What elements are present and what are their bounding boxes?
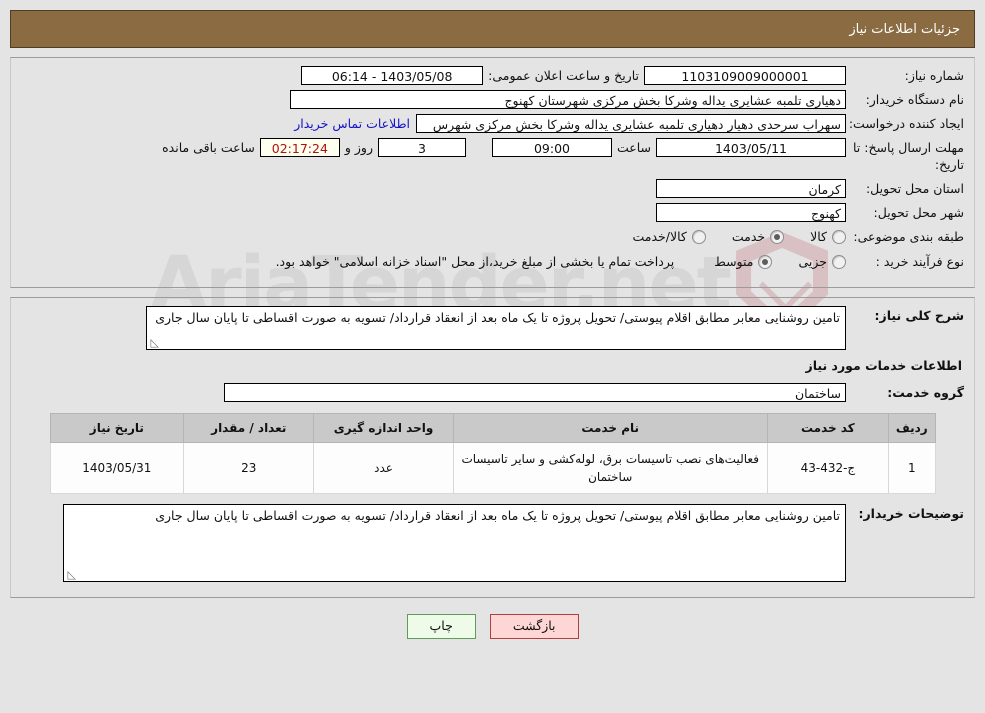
buyer-notes-value: تامین روشنایی معابر مطابق اقلام پیوستی/ … bbox=[155, 507, 840, 523]
row-buyer-notes: توضیحات خریدار: تامین روشنایی معابر مطاب… bbox=[21, 503, 964, 582]
buyer-notes-label: توضیحات خریدار: bbox=[858, 505, 964, 521]
need-info-panel: شماره نیاز: 1103109009000001 تاریخ و ساع… bbox=[10, 57, 975, 288]
countdown-timer: 02:17:24 bbox=[259, 138, 340, 157]
creator-value[interactable]: سهراب سرحدی دهیار دهیاری تلمبه عشایری ید… bbox=[416, 114, 846, 133]
need-summary-label: شرح کلی نیاز: bbox=[874, 307, 964, 323]
category-radio-group: کالا خدمت کالا/خدمت bbox=[606, 227, 846, 247]
need-summary-value: تامین روشنایی معابر مطابق اقلام پیوستی/ … bbox=[155, 309, 840, 325]
th-service-name: نام خدمت bbox=[452, 412, 768, 443]
deadline-label: مهلت ارسال پاسخ: تا تاریخ: bbox=[853, 140, 964, 172]
row-deadline: مهلت ارسال پاسخ: تا تاریخ: 1403/05/11 سا… bbox=[21, 138, 964, 174]
category-option-kala[interactable]: کالا bbox=[810, 229, 846, 244]
th-radif: ردیف bbox=[888, 412, 936, 443]
cell-service-name: فعالیت‌های نصب تاسیسات برق، لوله‌کشی و س… bbox=[452, 441, 768, 494]
process-label: نوع فرآیند خرید : bbox=[875, 253, 964, 269]
row-city: شهر محل تحویل: کهنوج bbox=[21, 202, 964, 222]
days-and-label: روز و bbox=[344, 140, 373, 155]
creator-label: ایجاد کننده درخواست: bbox=[848, 116, 964, 131]
row-service-group: گروه خدمت: ساختمان bbox=[21, 382, 964, 402]
cell-radif: 1 bbox=[888, 441, 936, 494]
public-announce-value[interactable]: 1403/05/08 - 06:14 bbox=[301, 66, 484, 85]
public-announce-label: تاریخ و ساعت اعلان عمومی: bbox=[488, 68, 639, 83]
days-remaining-value: 3 bbox=[377, 138, 466, 157]
category-option-label: کالا/خدمت bbox=[632, 229, 687, 245]
services-section-heading: اطلاعات خدمات مورد نیاز bbox=[805, 357, 963, 373]
buyer-notes-textarea[interactable]: تامین روشنایی معابر مطابق اقلام پیوستی/ … bbox=[63, 503, 846, 582]
th-quantity: تعداد / مقدار bbox=[183, 412, 315, 443]
page-header: جزئیات اطلاعات نیاز bbox=[10, 10, 975, 48]
services-panel: شرح کلی نیاز: تامین روشنایی معابر مطابق … bbox=[10, 296, 975, 598]
radio-icon[interactable] bbox=[770, 229, 785, 244]
radio-icon[interactable] bbox=[832, 229, 846, 244]
process-radio-group: جزیی متوسط پرداخت تمام یا بخشی از مبلغ خ… bbox=[276, 252, 846, 272]
row-buyer-org: نام دستگاه خریدار: دهیاری تلمبه عشایری ی… bbox=[21, 90, 964, 109]
need-summary-textarea[interactable]: تامین روشنایی معابر مطابق اقلام پیوستی/ … bbox=[146, 305, 846, 350]
buyer-contact-link[interactable]: اطلاعات تماس خریدار bbox=[288, 114, 416, 133]
remaining-label: ساعت باقی مانده bbox=[162, 140, 255, 155]
th-service-code: کد خدمت bbox=[766, 412, 890, 443]
back-button[interactable]: بازگشت bbox=[489, 613, 579, 639]
process-option-motavaset[interactable]: متوسط bbox=[714, 254, 773, 270]
category-option-kala-khedmat[interactable]: کالا/خدمت bbox=[632, 229, 706, 245]
row-need-number: شماره نیاز: 1103109009000001 تاریخ و ساع… bbox=[21, 66, 964, 85]
page-title: جزئیات اطلاعات نیاز bbox=[849, 21, 960, 37]
row-category: طبقه بندی موضوعی: کالا خدمت کالا/خدمت bbox=[21, 227, 964, 247]
table-header-row: ردیف کد خدمت نام خدمت واحد اندازه گیری ت… bbox=[49, 412, 936, 443]
resize-grip-icon[interactable]: ◺ bbox=[66, 569, 76, 580]
row-creator: ایجاد کننده درخواست: سهراب سرحدی دهیار د… bbox=[21, 114, 964, 133]
deadline-hour-label: ساعت bbox=[616, 140, 651, 155]
need-number-label: شماره نیاز: bbox=[904, 68, 964, 83]
cell-service-code: ج-432-43 bbox=[766, 441, 890, 494]
service-group-value[interactable]: ساختمان bbox=[224, 382, 846, 402]
process-option-label: جزیی bbox=[798, 254, 827, 270]
service-group-label: گروه خدمت: bbox=[887, 384, 964, 400]
category-option-label: خدمت bbox=[731, 229, 766, 245]
services-table: ردیف کد خدمت نام خدمت واحد اندازه گیری ت… bbox=[49, 412, 936, 494]
radio-icon[interactable] bbox=[758, 254, 773, 269]
cell-quantity: 23 bbox=[183, 441, 315, 494]
th-unit: واحد اندازه گیری bbox=[313, 412, 454, 443]
table-row: 1 ج-432-43 فعالیت‌های نصب تاسیسات برق، ل… bbox=[49, 441, 936, 494]
action-button-bar: بازگشت چاپ bbox=[0, 613, 985, 639]
buyer-org-label: نام دستگاه خریدار: bbox=[865, 92, 964, 107]
treasury-note: پرداخت تمام یا بخشی از مبلغ خرید،از محل … bbox=[275, 254, 675, 270]
process-option-jozi[interactable]: جزیی bbox=[798, 254, 846, 269]
row-need-summary: شرح کلی نیاز: تامین روشنایی معابر مطابق … bbox=[21, 305, 964, 350]
category-option-khedmat[interactable]: خدمت bbox=[731, 229, 785, 245]
category-label: طبقه بندی موضوعی: bbox=[853, 228, 964, 244]
radio-icon[interactable] bbox=[832, 254, 846, 269]
process-option-label: متوسط bbox=[714, 254, 754, 270]
print-button[interactable]: چاپ bbox=[406, 613, 476, 639]
cell-need-date: 1403/05/31 bbox=[49, 441, 185, 494]
radio-icon[interactable] bbox=[691, 229, 706, 244]
city-value[interactable]: کهنوج bbox=[656, 202, 846, 222]
category-option-label: کالا bbox=[810, 229, 827, 245]
deadline-date-value[interactable]: 1403/05/11 bbox=[656, 138, 846, 157]
deadline-time-value[interactable]: 09:00 bbox=[491, 138, 612, 157]
need-number-value[interactable]: 1103109009000001 bbox=[644, 66, 846, 85]
province-value[interactable]: کرمان bbox=[656, 178, 846, 198]
th-need-date: تاریخ نیاز bbox=[49, 412, 185, 443]
row-province: استان محل تحویل: کرمان bbox=[21, 178, 964, 198]
province-label: استان محل تحویل: bbox=[865, 180, 964, 196]
cell-unit: عدد bbox=[313, 441, 454, 494]
row-process-type: نوع فرآیند خرید : جزیی متوسط پرداخت تمام… bbox=[21, 252, 964, 272]
city-label: شهر محل تحویل: bbox=[873, 204, 964, 220]
resize-grip-icon[interactable]: ◺ bbox=[149, 337, 159, 348]
buyer-org-value[interactable]: دهیاری تلمبه عشایری یداله وشرکا بخش مرکز… bbox=[290, 90, 846, 109]
